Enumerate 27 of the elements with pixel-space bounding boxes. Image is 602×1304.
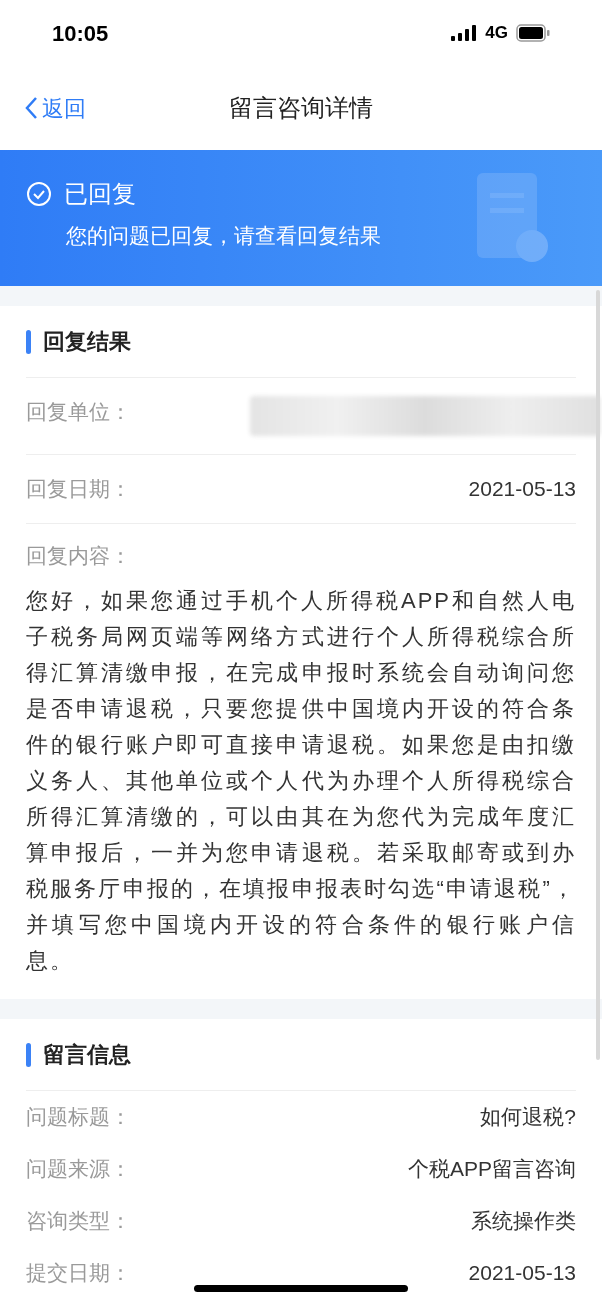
field-label: 问题来源： [26, 1156, 131, 1183]
section-heading: 回复结果 [43, 328, 131, 356]
field-value: 2021-05-13 [468, 476, 576, 502]
network-label: 4G [485, 22, 508, 45]
field-value: 如何退税? [480, 1104, 576, 1131]
field-label: 回复单位： [26, 399, 131, 425]
status-text: 已回复 [64, 179, 136, 209]
field-label: 问题标题： [26, 1104, 131, 1131]
field-label: 回复日期： [26, 476, 131, 502]
field-value: 个税APP留言咨询 [407, 1156, 576, 1183]
field-value: 2021-05-13 [468, 1260, 576, 1287]
field-label: 回复内容： [26, 542, 132, 569]
status-time: 10:05 [52, 19, 109, 48]
reply-content: 您好，如果您通过手机个人所得税APP和自然人电子税务局网页端等网络方式进行个人所得税综合所得汇算清缴申报，在完成申报时系统会自动询问您是否申请退税，只要您提供中国境内开设的符合条件的银行账户即可直接申请退税。如果您是由扣缴义务人、其他单位或个人代为办理个人所得税综合所得汇算清缴的，可以由其在为您代为完成年度汇算申报后，一并为您申请退税。若采取邮寄或到办税服务厅申报的，在填报申报表时勾选“申请退税”，并填写您中国境内开设的符合条件的银行账户信息。 [26, 587, 576, 975]
back-button[interactable]: 返回 [24, 91, 86, 125]
check-circle-icon [26, 181, 52, 207]
battery-icon [516, 24, 550, 42]
status-message: 您的问题已回复，请查看回复结果 [66, 223, 382, 249]
accent-bar [26, 329, 31, 354]
section-heading: 留言信息 [43, 1041, 131, 1069]
accent-bar [26, 1042, 31, 1067]
field-label: 提交日期： [26, 1260, 131, 1287]
field-label: 咨询类型： [26, 1208, 131, 1235]
signal-icon [451, 25, 478, 41]
field-value: 系统操作类 [471, 1208, 576, 1235]
page-title: 留言咨询详情 [229, 93, 373, 123]
chevron-left-icon [24, 96, 38, 120]
